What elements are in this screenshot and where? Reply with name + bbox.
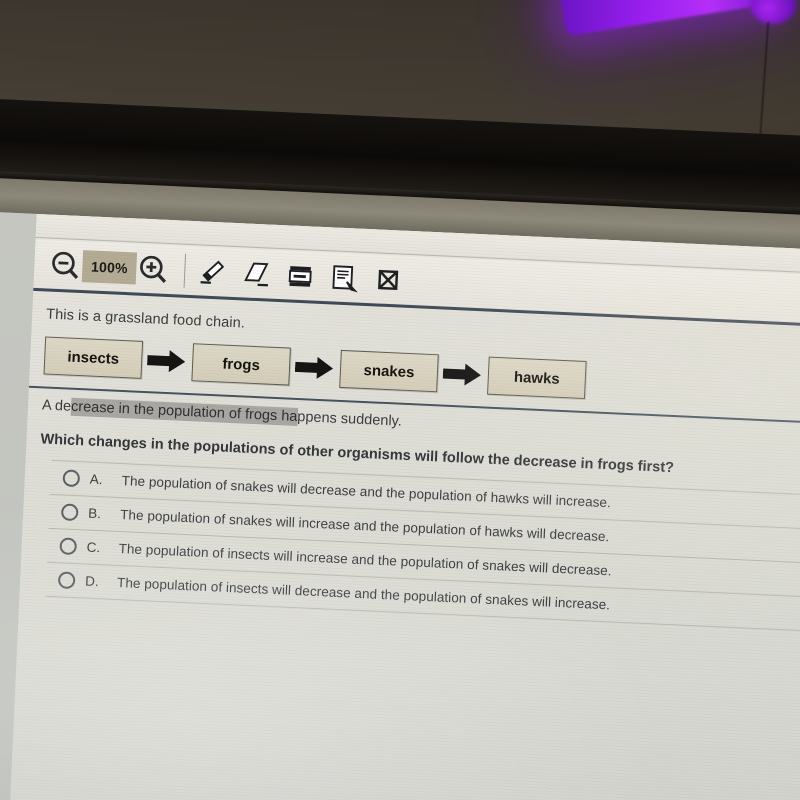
zoom-out-icon[interactable] — [48, 247, 84, 283]
choice-letter-a: A. — [89, 471, 103, 488]
photo-scene: 100% This is a grassland food chain. ins… — [0, 0, 800, 800]
annotation-tools — [197, 256, 404, 295]
strikethrough-icon[interactable] — [285, 260, 316, 291]
food-chain-node-snakes: snakes — [339, 349, 439, 393]
choice-letter-c: C. — [86, 539, 101, 556]
eraser-icon[interactable] — [241, 258, 272, 289]
zoom-in-icon[interactable] — [136, 251, 172, 287]
question-content: This is a grassland food chain. insects … — [19, 294, 800, 636]
right-arrow-icon — [437, 356, 488, 392]
statement-suffix: ppens suddenly. — [297, 409, 403, 430]
radio-button-b[interactable] — [60, 503, 79, 522]
monitor-screen: 100% This is a grassland food chain. ins… — [0, 208, 800, 800]
food-chain-node-hawks: hawks — [487, 356, 587, 400]
zoom-level-display[interactable]: 100% — [81, 249, 138, 285]
question-panel: 100% This is a grassland food chain. ins… — [4, 213, 800, 800]
choice-letter-b: B. — [87, 505, 102, 522]
choice-letter-d: D. — [84, 573, 99, 590]
statement-prefix: A de — [41, 397, 72, 415]
radio-button-c[interactable] — [59, 537, 78, 556]
purple-led-glow — [750, 0, 796, 24]
highlighter-icon[interactable] — [197, 256, 228, 287]
radio-button-a[interactable] — [62, 469, 81, 488]
notepad-icon[interactable] — [329, 262, 360, 293]
food-chain-node-insects: insects — [43, 336, 144, 379]
right-arrow-icon — [141, 343, 192, 379]
right-arrow-icon — [289, 350, 340, 386]
clear-answer-icon[interactable] — [372, 264, 403, 295]
food-chain-node-frogs: frogs — [191, 343, 291, 386]
purple-led-light — [559, 0, 775, 37]
statement-highlight: crease in the population of frogs ha — [70, 397, 298, 426]
monitor: 100% This is a grassland food chain. ins… — [0, 96, 800, 800]
toolbar-separator — [183, 253, 187, 288]
radio-button-d[interactable] — [57, 571, 76, 590]
